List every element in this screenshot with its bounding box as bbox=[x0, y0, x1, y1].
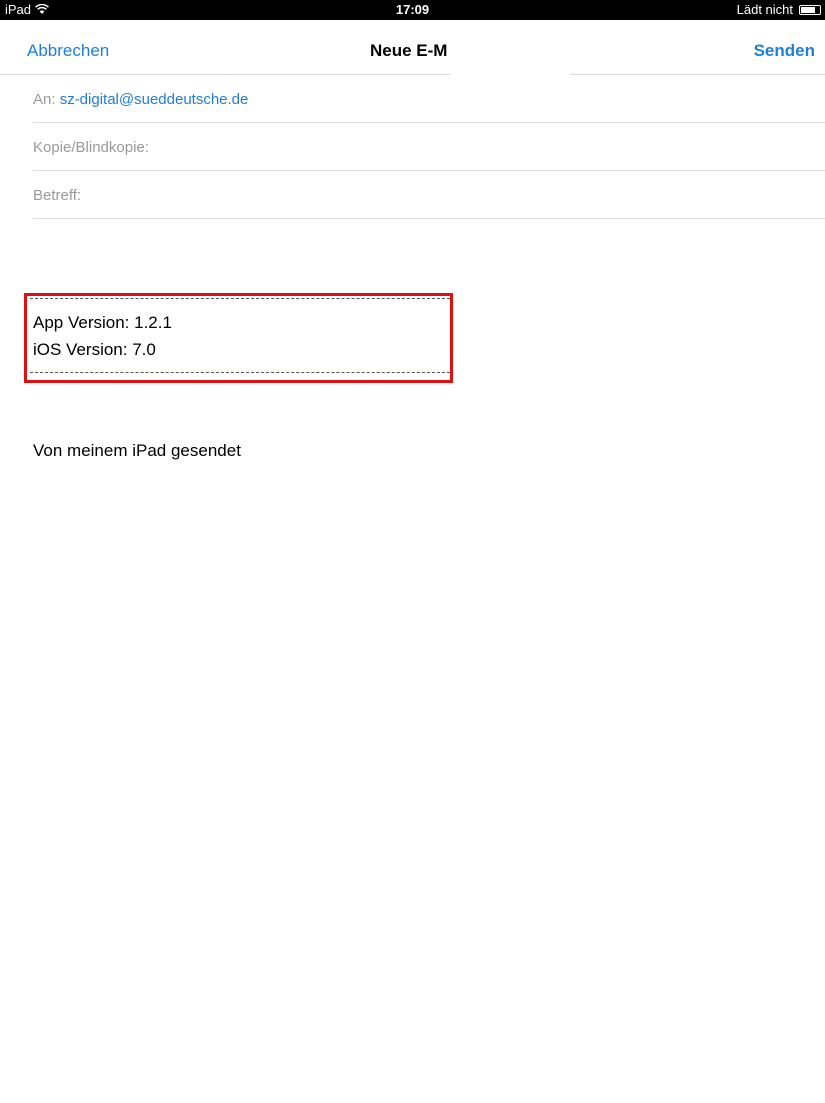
page-title: Neue E-M bbox=[370, 41, 448, 60]
cancel-button[interactable]: Abbrechen bbox=[27, 41, 109, 61]
to-label: An: bbox=[33, 91, 56, 108]
highlight-box bbox=[24, 293, 453, 383]
signature-line: Von meinem iPad gesendet bbox=[33, 441, 241, 460]
status-time: 17:09 bbox=[395, 2, 430, 17]
redaction-overlay bbox=[450, 38, 570, 75]
nav-bar: Abbrechen Neue E-M Senden bbox=[0, 20, 825, 75]
cc-field[interactable]: Kopie/Blindkopie: bbox=[33, 123, 825, 171]
battery-level bbox=[801, 6, 815, 13]
charging-status: Lädt nicht bbox=[736, 2, 793, 17]
recipient-address[interactable]: sz-digital@sueddeutsche.de bbox=[60, 91, 249, 108]
subject-label: Betreff: bbox=[33, 187, 82, 204]
status-bar: iPad 17:09 Lädt nicht bbox=[0, 0, 825, 20]
to-field[interactable]: An: sz-digital@sueddeutsche.de bbox=[33, 75, 825, 123]
status-right: Lädt nicht bbox=[737, 2, 821, 17]
subject-field[interactable]: Betreff: bbox=[33, 171, 825, 219]
to-field-content: An: sz-digital@sueddeutsche.de bbox=[33, 91, 248, 108]
cc-label: Kopie/Blindkopie: bbox=[33, 139, 149, 156]
send-button[interactable]: Senden bbox=[754, 41, 815, 61]
battery-icon bbox=[799, 4, 821, 15]
